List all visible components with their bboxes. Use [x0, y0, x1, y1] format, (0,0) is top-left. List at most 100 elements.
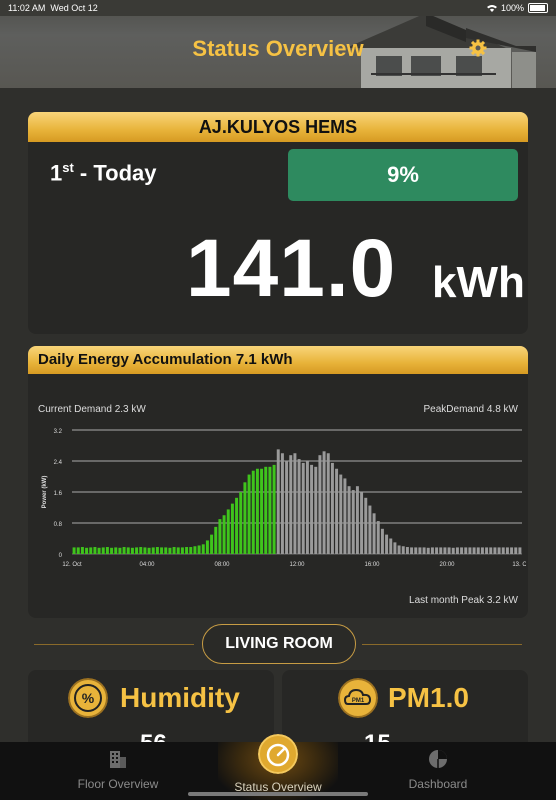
chart-bar — [210, 534, 214, 554]
chart-bar — [280, 453, 284, 554]
chart-bar — [222, 515, 226, 554]
tab-floor-overview[interactable]: Floor Overview — [60, 742, 176, 800]
chart-bar — [197, 545, 201, 554]
pm10-label: PM1.0 — [388, 682, 469, 713]
chart-bar — [230, 503, 234, 554]
chart-bar — [85, 547, 89, 554]
chart-bar — [501, 547, 505, 554]
chart-bar — [189, 547, 193, 554]
chart-bar — [514, 547, 518, 554]
chart-bar — [151, 547, 155, 554]
chart-bar — [185, 547, 189, 554]
chart-bar — [518, 547, 522, 554]
chart-x-tick-label: 04:00 — [139, 562, 155, 568]
chart-bar — [330, 462, 334, 554]
status-date: Wed Oct 12 — [50, 3, 98, 13]
chart-bar — [251, 470, 255, 554]
chart-bar — [351, 490, 355, 554]
chart-bar — [80, 547, 84, 554]
chart-bar — [410, 547, 414, 554]
percent-badge: 9% — [288, 149, 518, 201]
chart-bar — [239, 492, 243, 554]
chart-bar — [293, 453, 297, 554]
tab-floor-overview-label: Floor Overview — [77, 777, 159, 791]
pm-cloud-icon: PM1 — [338, 678, 378, 718]
chart-bar — [314, 466, 318, 554]
chart-bar — [355, 486, 359, 554]
period-rest: - Today — [73, 160, 157, 186]
chart-bar — [401, 546, 405, 554]
daily-energy-title: Daily Energy Accumulation 7.1 kWh — [28, 346, 528, 374]
room-selector-button[interactable]: LIVING ROOM — [202, 624, 356, 664]
peak-demand: PeakDemand 4.8 kW — [423, 404, 519, 415]
chart-bar — [247, 474, 251, 554]
chart-bar — [264, 466, 268, 554]
period-day: 1 — [50, 160, 63, 186]
chart-bar — [285, 461, 289, 554]
chart-bar — [235, 497, 239, 554]
chart-bar — [89, 547, 93, 554]
power-bar-chart: 0 0.8 1.6 2.4 3.2 Power (kW) 12. Oct 04:00 08:00… — [42, 429, 526, 568]
chart-bar — [497, 547, 501, 554]
status-time: 11:02 AM Wed Oct 12 — [8, 3, 98, 13]
chart-bar — [485, 547, 489, 554]
chart-bar — [347, 486, 351, 554]
divider-line-left — [34, 644, 194, 645]
chart-bar — [122, 547, 126, 554]
chart-bar — [260, 468, 264, 554]
battery-icon — [528, 3, 548, 13]
chart-x-tick-label: 20:00 — [439, 562, 455, 568]
chart-bar — [418, 547, 422, 554]
chart-bar — [226, 509, 230, 554]
chart-x-tick-label: 12:00 — [289, 562, 305, 568]
gauge-icon[interactable] — [258, 734, 298, 774]
percent-icon: % — [68, 678, 108, 718]
chart-bar — [105, 547, 109, 554]
chart-bar — [193, 546, 197, 554]
chart-bar — [155, 547, 159, 554]
current-demand: Current Demand 2.3 kW — [38, 404, 146, 415]
tab-dashboard-label: Dashboard — [408, 777, 468, 791]
chart-bar — [510, 547, 514, 554]
chart-bar — [368, 505, 372, 554]
chart-bar — [301, 462, 305, 554]
chart-bar — [422, 547, 426, 554]
pie-chart-icon — [429, 750, 447, 768]
tab-dashboard[interactable]: Dashboard — [380, 742, 496, 800]
chart-bar — [97, 547, 101, 554]
chart-y-axis-label: Power (kW) — [42, 476, 48, 509]
chart-bar — [480, 547, 484, 554]
chart-bar — [385, 534, 389, 554]
chart-bar — [360, 492, 364, 554]
site-name: AJ.KULYOS HEMS — [28, 112, 528, 142]
chart-bar — [101, 547, 105, 554]
chart-bar — [343, 478, 347, 554]
chart-bar — [451, 547, 455, 554]
chart-bar — [318, 455, 322, 554]
chart-bar — [214, 526, 218, 554]
chart-bar — [443, 547, 447, 554]
chart-x-tick-label: 08:00 — [214, 562, 230, 568]
divider-line-right — [362, 644, 522, 645]
chart-bar — [393, 542, 397, 554]
status-right: 100% — [486, 3, 548, 13]
chart-bar — [376, 521, 380, 554]
chart-bar — [272, 464, 276, 554]
chart-bar — [180, 547, 184, 554]
chart-bar — [201, 544, 205, 554]
chart-bar — [305, 461, 309, 554]
chart-bar — [414, 547, 418, 554]
chart-bar — [176, 547, 180, 554]
chart-bar — [72, 547, 76, 554]
chart-bar — [297, 459, 301, 554]
chart-bar — [472, 547, 476, 554]
gear-icon[interactable] — [468, 38, 488, 58]
chart-bar — [339, 474, 343, 554]
chart-bar — [335, 468, 339, 554]
chart-bar — [135, 547, 139, 554]
chart-y-tick-label: 3.2 — [54, 429, 63, 435]
energy-unit: kWh — [432, 258, 525, 307]
chart-bar — [130, 547, 134, 554]
chart-bar — [255, 468, 259, 554]
building-icon — [110, 751, 126, 768]
